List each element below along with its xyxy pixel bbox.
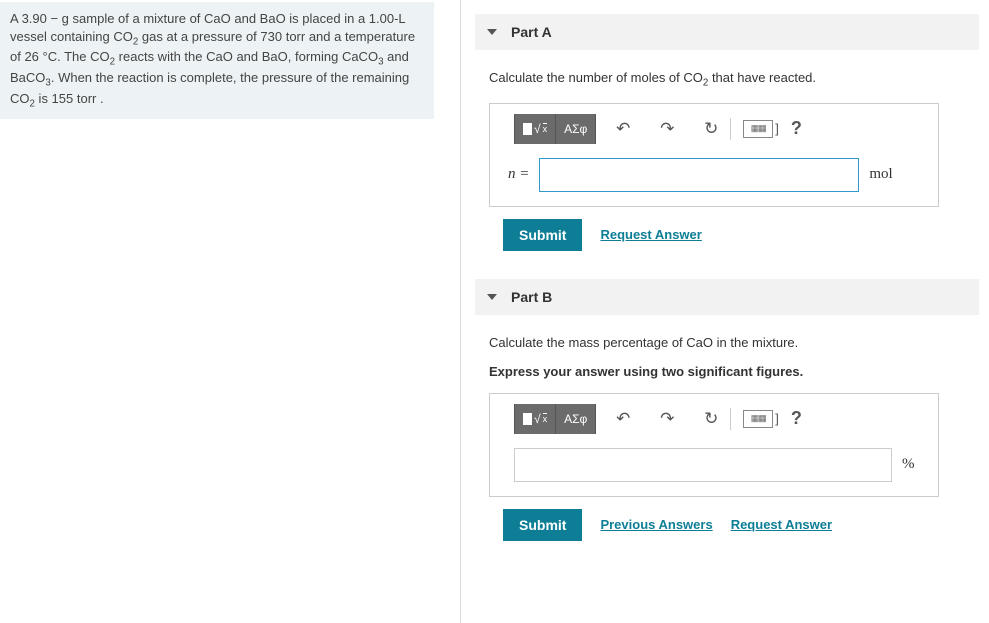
part-b-answer-frame: √x ΑΣφ ↶ ↷ ↻ ▦▦] ? % [489,393,939,497]
part-b-request-answer-link[interactable]: Request Answer [731,517,832,532]
part-b-directive: Express your answer using two significan… [489,364,979,379]
part-a-unit: mol [869,166,892,183]
templates-button[interactable]: √x [514,404,556,434]
redo-icon[interactable]: ↷ [650,404,684,434]
part-b-unit: % [902,456,915,473]
variable-label: n = [508,166,529,183]
part-a-answer-input[interactable] [539,158,859,192]
part-b-answer-input[interactable] [514,448,892,482]
part-a-toolbar: √x ΑΣφ ↶ ↷ ↻ ▦▦] ? [514,114,926,144]
part-a-header[interactable]: Part A [475,14,979,50]
part-b-instruction: Calculate the mass percentage of CaO in … [489,335,979,350]
part-b-toolbar: √x ΑΣφ ↶ ↷ ↻ ▦▦] ? [514,404,926,434]
help-icon[interactable]: ? [791,408,802,429]
part-a-submit-button[interactable]: Submit [503,219,582,251]
part-a-title: Part A [511,24,552,40]
undo-icon[interactable]: ↶ [606,404,640,434]
part-b-title: Part B [511,289,552,305]
part-a-instruction: Calculate the number of moles of CO2 tha… [489,70,979,89]
chevron-down-icon [487,29,497,35]
greek-button[interactable]: ΑΣφ [556,404,596,434]
reset-icon[interactable]: ↻ [694,404,728,434]
keyboard-icon[interactable]: ▦▦ [743,410,773,428]
greek-button[interactable]: ΑΣφ [556,114,596,144]
problem-statement: A 3.90 − g sample of a mixture of CaO an… [0,2,434,119]
part-b-submit-button[interactable]: Submit [503,509,582,541]
reset-icon[interactable]: ↻ [694,114,728,144]
templates-button[interactable]: √x [514,114,556,144]
undo-icon[interactable]: ↶ [606,114,640,144]
part-b-header[interactable]: Part B [475,279,979,315]
redo-icon[interactable]: ↷ [650,114,684,144]
chevron-down-icon [487,294,497,300]
help-icon[interactable]: ? [791,118,802,139]
part-b-previous-answers-link[interactable]: Previous Answers [600,517,712,532]
keyboard-icon[interactable]: ▦▦ [743,120,773,138]
part-a-answer-frame: √x ΑΣφ ↶ ↷ ↻ ▦▦] ? n = mol [489,103,939,207]
part-a-request-answer-link[interactable]: Request Answer [600,227,701,242]
